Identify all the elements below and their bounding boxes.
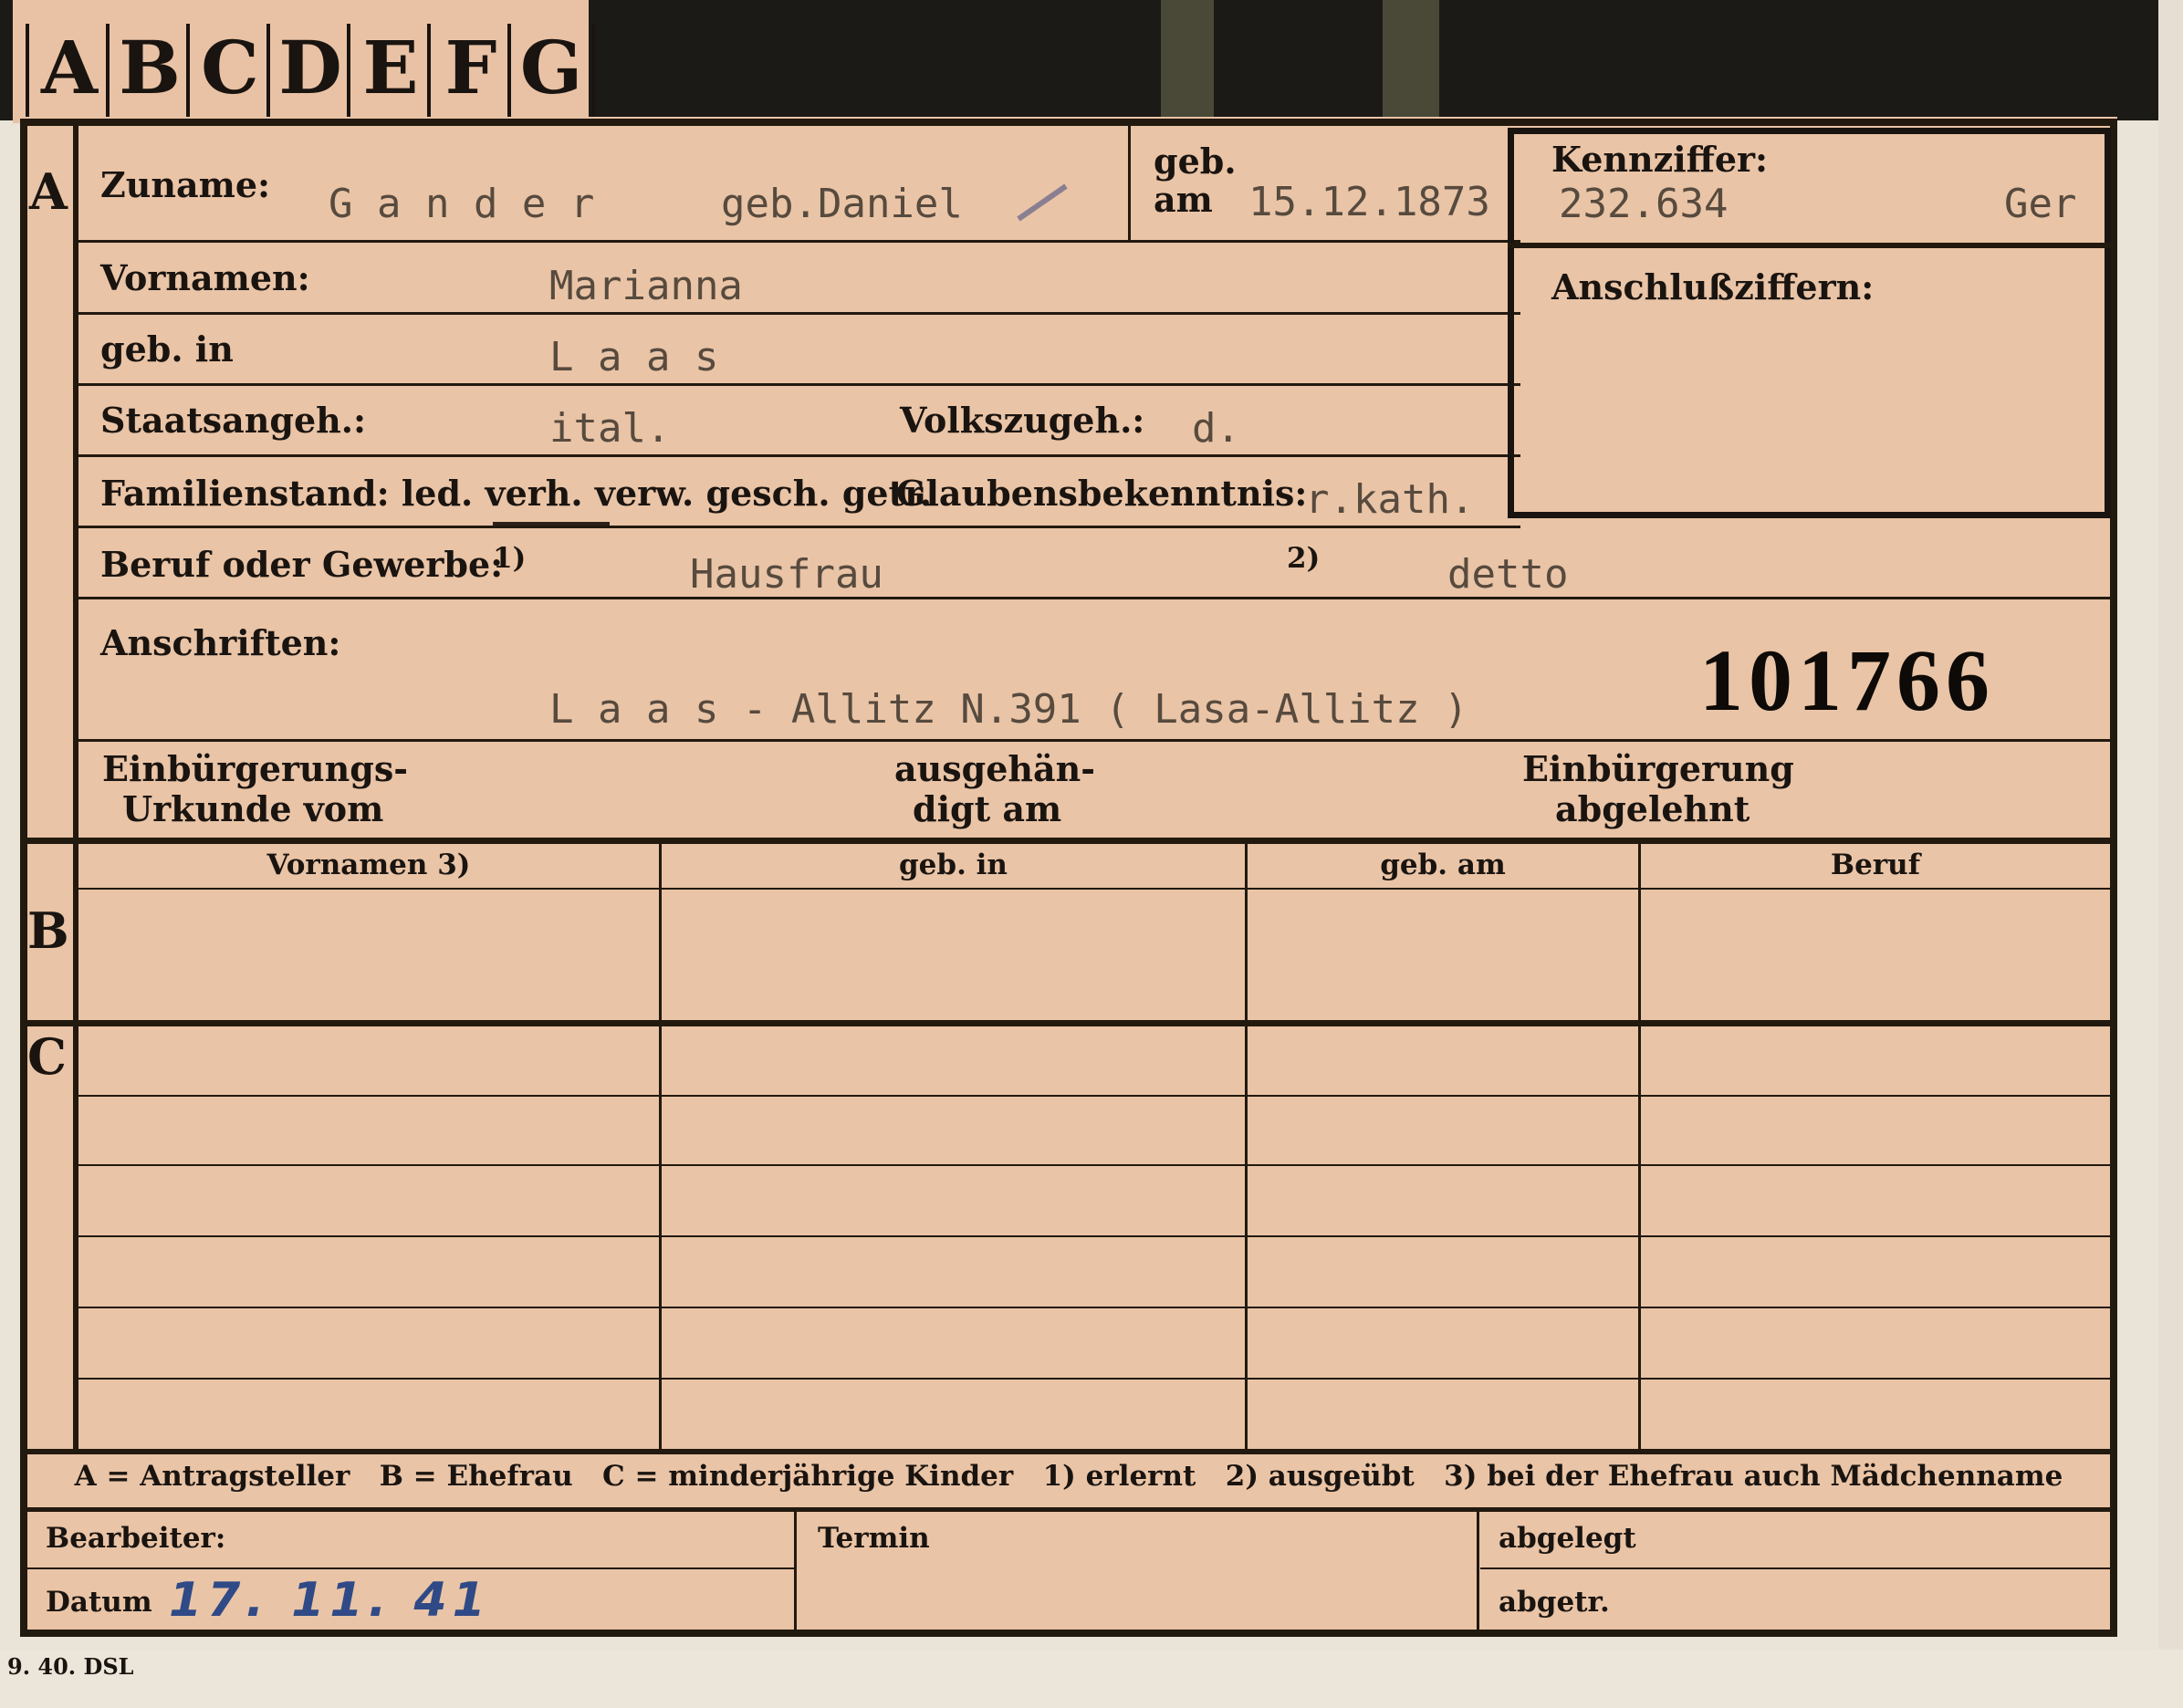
frame-right — [2110, 119, 2117, 1637]
section-divider-c — [20, 1020, 2117, 1026]
reference-box-divider — [1508, 243, 2111, 248]
frame-left — [20, 119, 27, 1637]
reference-code-value: 232.634 — [1559, 181, 1729, 227]
table-col-line — [1245, 1026, 1248, 1449]
citizenship-value: ital. — [549, 405, 671, 452]
birth-date-label-2: am — [1154, 179, 1213, 220]
reference-code-suffix: Ger — [2004, 181, 2077, 227]
address-value: L a a s - Allitz N.391 ( Lasa-Allitz ) — [549, 686, 1468, 733]
section-divider-footer — [20, 1507, 2117, 1512]
tab-d[interactable]: D — [266, 24, 350, 120]
reference-code-label: Kennziffer: — [1551, 139, 1769, 180]
filed-label: abgelegt — [1499, 1522, 1636, 1555]
tab-b[interactable]: B — [106, 24, 190, 120]
ethnicity-value: d. — [1192, 405, 1240, 452]
separated-label: abgetr. — [1499, 1586, 1610, 1619]
table-header-given-names: Vornamen 3) — [266, 849, 471, 881]
index-tabs: A B C D E F G — [13, 0, 595, 123]
citizenship-label: Staatsangeh.: — [100, 400, 367, 441]
table-col-line — [1638, 1026, 1641, 1449]
tab-c[interactable]: C — [186, 24, 270, 120]
frame-top — [20, 119, 2117, 126]
linked-codes-label: Anschlußziffern: — [1551, 266, 1875, 307]
given-names-value: Marianna — [549, 263, 743, 309]
surname-birthdate-divider — [1128, 124, 1131, 241]
footer-col-line — [794, 1511, 797, 1630]
table-row-line — [78, 1235, 2112, 1237]
deadline-label: Termin — [818, 1522, 930, 1555]
frame-bottom — [20, 1630, 2117, 1637]
section-label-a: A — [29, 162, 68, 221]
birthplace-label: geb. in — [100, 328, 234, 370]
section-label-b: B — [27, 901, 69, 960]
table-row-line — [78, 1164, 2112, 1166]
religion-label: Glaubensbekenntnis: — [896, 473, 1308, 514]
table-row-line — [78, 1307, 2112, 1308]
religion-value: r.kath. — [1305, 476, 1475, 523]
footer-row-line — [27, 1567, 794, 1569]
tab-e[interactable]: E — [347, 24, 431, 120]
occupation-learned-value: Hausfrau — [690, 551, 883, 598]
marital-status-label: Familienstand: led. verh. verw. gesch. g… — [100, 473, 932, 514]
birthplace-value: L a a s — [549, 334, 719, 380]
section-divider-legend — [20, 1449, 2117, 1454]
maiden-name-value: geb.Daniel — [721, 181, 963, 227]
table-row-line — [78, 1095, 2112, 1097]
occupation-note-1: 1) — [493, 542, 527, 575]
row-divider — [78, 739, 2114, 742]
table-header-occupation: Beruf — [1830, 849, 1921, 881]
handed-over-label-2: digt am — [913, 788, 1062, 829]
row-divider — [78, 526, 1520, 528]
naturalization-refused-label-2: abgelehnt — [1555, 788, 1750, 829]
tab-a[interactable]: A — [26, 24, 110, 120]
table-header-birth-date: geb. am — [1380, 849, 1506, 881]
scan-edge-stripe — [1161, 0, 1214, 120]
surname-label: Zuname: — [100, 164, 271, 205]
date-label: Datum — [46, 1586, 152, 1619]
naturalization-doc-label-1: Einbürgerungs- — [102, 748, 409, 789]
row-divider — [78, 383, 1520, 386]
print-code: 9. 40. DSL — [7, 1653, 134, 1680]
marital-status-selection-underline — [493, 522, 610, 526]
legend: A = Antragsteller B = Ehefrau C = minder… — [74, 1460, 2063, 1493]
scan-edge-bottom — [0, 1650, 2183, 1708]
row-divider — [78, 597, 2114, 599]
table-row-line — [78, 1378, 2112, 1380]
given-names-label: Vornamen: — [100, 257, 310, 298]
ethnicity-label: Volkszugeh.: — [900, 400, 1145, 441]
tick-mark-icon — [1017, 183, 1068, 222]
date-value: 17. 11. 41 — [169, 1573, 491, 1628]
section-column-divider — [73, 119, 78, 1449]
occupation-label: Beruf oder Gewerbe: — [100, 544, 504, 585]
table-header-line — [78, 888, 2112, 890]
scan-edge-right — [2158, 0, 2183, 1708]
archive-number: 101766 — [1699, 631, 1995, 729]
birth-date-value: 15.12.1873 — [1248, 179, 1490, 225]
addresses-label: Anschriften: — [100, 622, 341, 663]
scan-edge-stripe — [1383, 0, 1439, 120]
handed-over-label-1: ausgehän- — [894, 748, 1096, 789]
table-header-birthplace: geb. in — [899, 849, 1008, 881]
tab-f[interactable]: F — [427, 24, 511, 120]
row-divider — [78, 240, 1520, 243]
tab-g[interactable]: G — [507, 24, 595, 120]
section-divider-b — [20, 838, 2117, 844]
birth-date-label-1: geb. — [1154, 141, 1237, 182]
section-label-c: C — [27, 1027, 67, 1086]
clerk-label: Bearbeiter: — [46, 1522, 226, 1555]
occupation-practiced-value: detto — [1447, 551, 1569, 598]
footer-col-line — [1477, 1511, 1479, 1630]
row-divider — [78, 312, 1520, 315]
footer-row-line — [1480, 1567, 2112, 1569]
table-col-line — [659, 1026, 662, 1449]
row-divider — [78, 454, 1520, 457]
surname-value: G a n d e r — [329, 181, 595, 227]
naturalization-refused-label-1: Einbürgerung — [1522, 748, 1794, 789]
naturalization-doc-label-2: Urkunde vom — [122, 788, 384, 829]
occupation-note-2: 2) — [1287, 542, 1321, 575]
